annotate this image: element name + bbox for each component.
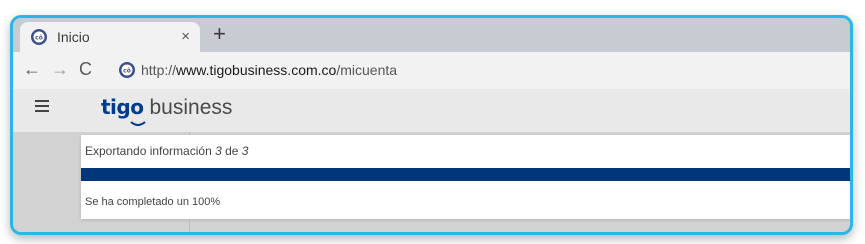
tab-title: Inicio [57, 29, 90, 45]
export-status-text: Exportando información 3 de 3 [85, 144, 248, 158]
tab-close-icon[interactable]: × [181, 28, 190, 45]
completion-text: Se ha completado un 100% [85, 196, 221, 208]
reload-icon[interactable]: C [79, 59, 92, 80]
tigo-business-logo[interactable]: tigo business [101, 95, 233, 126]
export-current: 3 [215, 144, 222, 158]
site-favicon-icon: cô [119, 62, 135, 78]
browser-window: cô Inicio × + ← → C cô http://www.tigobu… [10, 15, 853, 235]
export-progress-panel: Exportando información 3 de 3 Se ha comp… [81, 135, 850, 219]
svg-text:cô: cô [35, 35, 43, 42]
new-tab-icon[interactable]: + [213, 21, 226, 47]
tab-strip: cô Inicio × + [13, 18, 850, 52]
tab-inicio[interactable]: cô Inicio × [20, 22, 200, 52]
logo-suffix: business [149, 96, 233, 119]
url-scheme: http:// [141, 62, 177, 78]
main-content: Exportando información 3 de 3 Se ha comp… [13, 132, 850, 232]
url-path: /micuenta [336, 62, 398, 78]
export-progress-fill [81, 168, 850, 181]
export-total: 3 [241, 144, 249, 158]
hamburger-menu-icon[interactable] [35, 100, 49, 112]
export-progress-bar [81, 168, 850, 181]
logo-smile-icon [130, 121, 146, 126]
address-bar[interactable]: http://www.tigobusiness.com.co/micuenta [141, 62, 397, 78]
logo-brand: tigo [101, 95, 144, 119]
forward-arrow-icon[interactable]: → [51, 59, 69, 80]
tigo-favicon-icon: cô [31, 29, 47, 45]
url-host: www.tigobusiness.com.co [176, 62, 337, 78]
app-header: tigo business [13, 89, 850, 132]
svg-text:cô: cô [123, 68, 131, 75]
browser-toolbar: ← → C cô http://www.tigobusiness.com.co/… [13, 52, 850, 89]
export-prefix: Exportando información [85, 144, 216, 158]
back-arrow-icon[interactable]: ← [23, 59, 41, 80]
export-separator: de [221, 144, 242, 158]
